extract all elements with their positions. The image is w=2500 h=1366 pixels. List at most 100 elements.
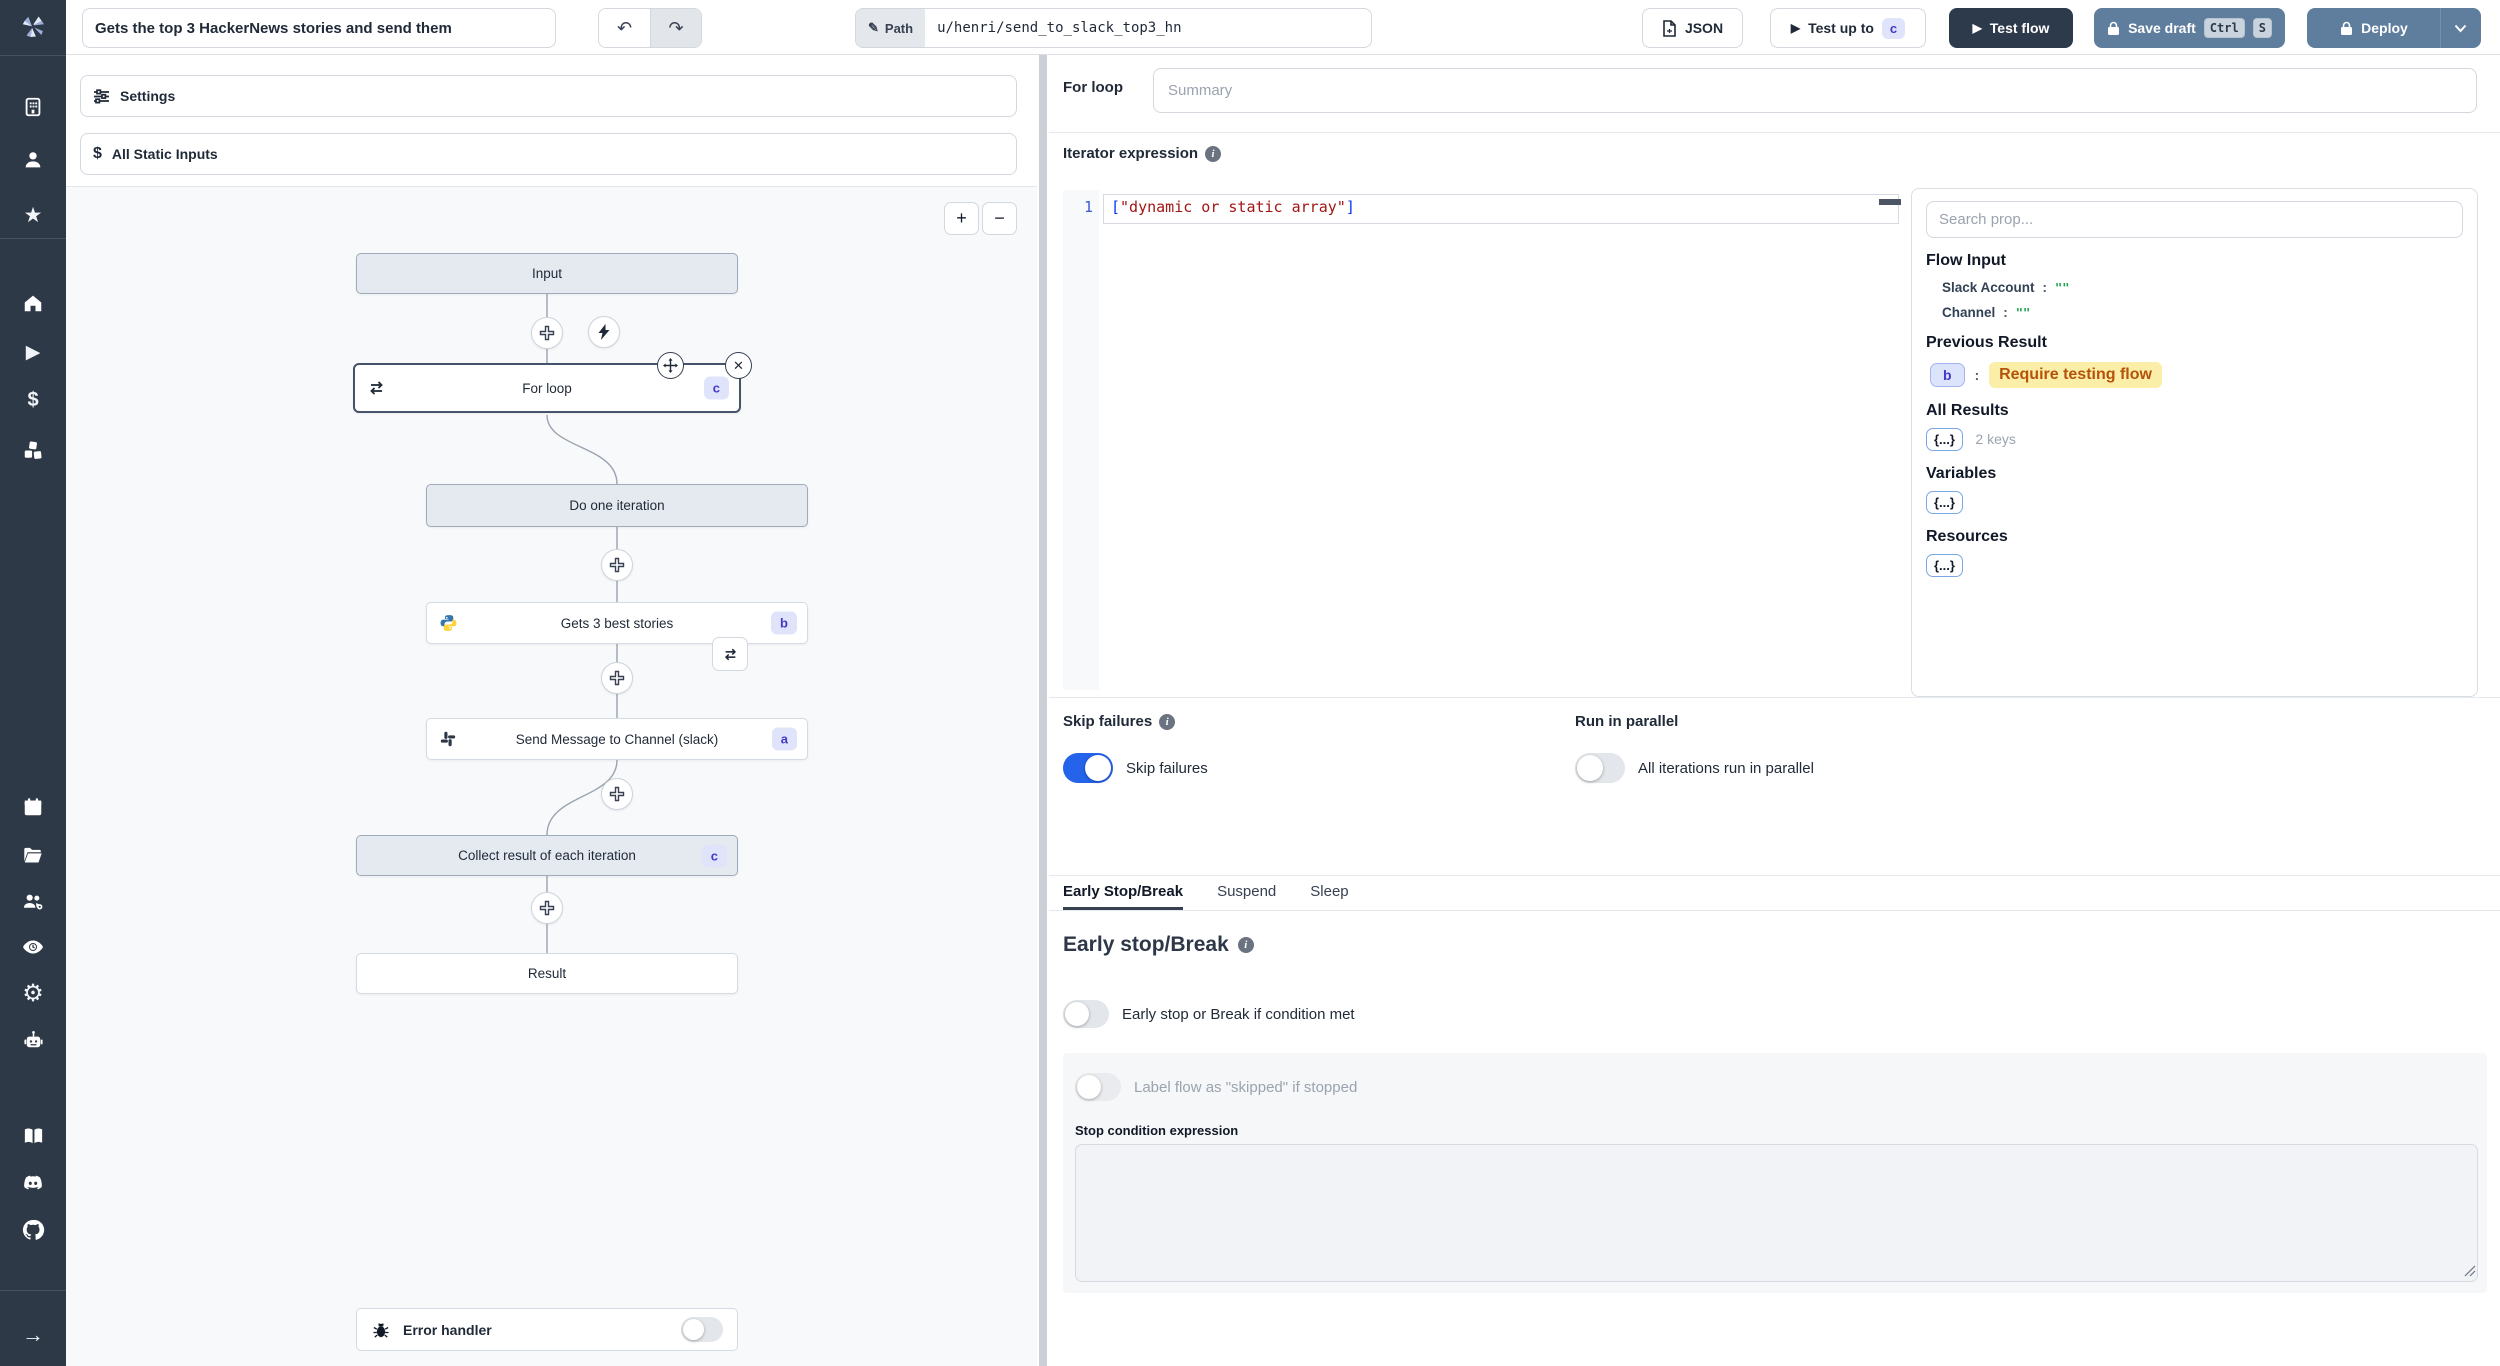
toggle-knob [1577,755,1603,781]
code-line[interactable]: ["dynamic or static array"] [1111,198,1355,216]
zoom-in-button[interactable]: + [944,202,979,235]
node-input[interactable]: Input [356,253,738,294]
context-props-panel: Flow Input Slack Account : "" Channel : … [1911,188,2478,697]
add-step-button[interactable] [601,662,633,694]
label-skipped-toggle[interactable] [1075,1073,1121,1101]
test-flow-button[interactable]: ▶ Test flow [1949,8,2073,48]
test-up-to-button[interactable]: ▶ Test up to c [1770,8,1926,48]
node-collect-result[interactable]: Collect result of each iteration c [356,835,738,876]
schedules-calendar-icon[interactable] [0,790,66,824]
add-step-button[interactable] [601,778,633,810]
undo-redo-group: ↶ ↷ [598,8,702,48]
workspace-icon[interactable] [0,90,66,124]
undo-icon: ↶ [616,17,633,38]
delete-node-button[interactable]: ✕ [725,352,752,379]
move-icon [663,358,678,373]
loop-settings-tabs: Early Stop/Break Suspend Sleep [1049,875,2500,911]
summary-input[interactable] [1153,68,2477,113]
colon: : [2042,280,2048,295]
deploy-button[interactable]: Deploy [2307,8,2481,48]
github-icon[interactable] [0,1213,66,1247]
run-in-parallel-toggle[interactable] [1575,753,1625,783]
trigger-lightning-button[interactable] [588,316,620,348]
collapse-arrow-icon[interactable]: → [0,1318,66,1352]
sidebar: ★ ▶ $ ⚙ → [0,0,66,1366]
object-expand-chip[interactable]: {...} [1926,428,1963,451]
flow-title-input[interactable]: Gets the top 3 HackerNews stories and se… [82,8,556,48]
node-result[interactable]: Result [356,953,738,994]
step-b-chip[interactable]: b [1930,363,1965,387]
prop-row-channel[interactable]: Channel : "" [1942,305,2463,320]
early-stop-toggle-label: Early stop or Break if condition met [1122,1005,1355,1023]
undo-button[interactable]: ↶ [599,9,650,47]
error-handler-node[interactable]: Error handler [356,1308,738,1351]
home-icon[interactable] [0,286,66,320]
variables-dollar-icon[interactable]: $ [0,383,66,417]
docs-book-icon[interactable] [0,1119,66,1153]
colon: : [2003,305,2008,320]
play-icon: ▶ [1972,21,1982,35]
add-step-button[interactable] [531,892,563,924]
skip-failures-toggle[interactable] [1063,753,1113,783]
stop-condition-textarea[interactable] [1075,1144,2478,1282]
windmill-logo-icon[interactable] [0,10,66,44]
path-field[interactable]: ✎ Path u/henri/send_to_slack_top3_hn [855,8,1372,48]
prop-value: "" [2015,305,2031,320]
node-gets-3-best-stories[interactable]: Gets 3 best stories b [426,602,808,644]
object-expand-chip[interactable]: {...} [1926,491,1963,514]
groups-users-gear-icon[interactable] [0,884,66,918]
toggle-knob [1065,1002,1089,1026]
object-expand-chip[interactable]: {...} [1926,554,1963,577]
flow-settings-button[interactable]: Settings [80,75,1017,117]
flow-graph-pane: Settings $ All Static Inputs + − Input F… [66,55,1037,1366]
favorites-star-icon[interactable]: ★ [0,198,66,232]
early-stop-heading: Early stop/Break i [1063,933,1254,957]
audit-eye-icon[interactable] [0,930,66,964]
plus-icon [539,900,555,916]
iterator-code-editor[interactable]: 1 ["dynamic or static array"] [1063,190,1903,690]
node-label: Gets 3 best stories [560,615,674,631]
tab-sleep[interactable]: Sleep [1310,876,1348,910]
prop-key: Channel [1942,305,1996,320]
folders-icon[interactable] [0,838,66,872]
textarea-resize-grip[interactable] [2464,1265,2476,1277]
resources-cubes-icon[interactable] [0,433,66,467]
search-prop-input[interactable] [1926,201,2463,238]
json-button[interactable]: JSON [1642,8,1743,48]
path-chip[interactable]: ✎ Path [856,9,926,47]
zoom-out-button[interactable]: − [982,202,1017,235]
deploy-dropdown-button[interactable] [2441,20,2480,36]
toggle-knob [1077,1075,1101,1099]
run-in-parallel-control: All iterations run in parallel [1575,753,1814,783]
settings-gear-icon[interactable]: ⚙ [0,976,66,1010]
info-icon[interactable]: i [1159,713,1176,730]
runs-play-icon[interactable]: ▶ [0,335,66,369]
error-handler-toggle[interactable] [681,1317,723,1342]
early-stop-toggle[interactable] [1063,1000,1109,1028]
node-label: Send Message to Channel (slack) [515,731,719,747]
add-step-button[interactable] [531,317,563,349]
discord-icon[interactable] [0,1166,66,1200]
prop-row-slack-account[interactable]: Slack Account : "" [1942,280,2463,295]
tab-suspend[interactable]: Suspend [1217,876,1276,910]
all-static-inputs-button[interactable]: $ All Static Inputs [80,133,1017,175]
node-send-message-slack[interactable]: Send Message to Channel (slack) a [426,718,808,760]
redo-icon: ↷ [668,17,684,38]
save-draft-button[interactable]: Save draft Ctrl S [2094,8,2285,48]
info-icon[interactable]: i [1237,937,1254,953]
move-node-handle[interactable] [657,352,684,379]
iterate-again-button[interactable] [712,637,748,671]
user-icon[interactable] [0,143,66,177]
pane-splitter[interactable] [1037,55,1049,1366]
node-do-one-iteration[interactable]: Do one iteration [426,484,808,527]
tab-label: Early Stop/Break [1063,883,1184,900]
flow-canvas[interactable]: + − Input For loop c ✕ Do one iteration … [66,186,1037,1366]
info-icon[interactable]: i [1205,145,1222,162]
redo-button[interactable]: ↷ [650,9,701,47]
add-step-button[interactable] [601,549,633,581]
line-number: 1 [1083,198,1093,216]
tab-early-stop-break[interactable]: Early Stop/Break [1063,876,1184,910]
minus-icon: − [994,208,1005,228]
all-results-row: {...} 2 keys [1926,420,2463,451]
ai-robot-icon[interactable] [0,1023,66,1057]
